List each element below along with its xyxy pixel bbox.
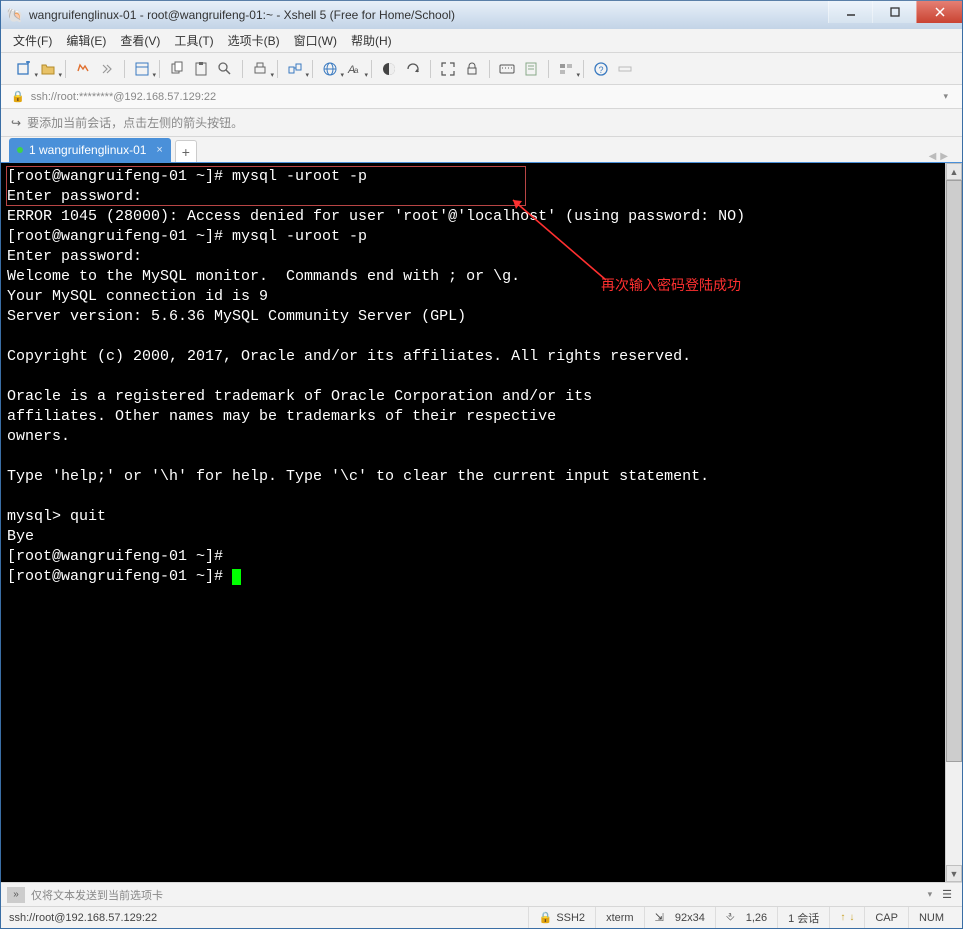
transfer-icon[interactable] [284, 57, 306, 81]
toolbar: Aa ? [1, 53, 962, 85]
reconnect-icon[interactable] [72, 57, 94, 81]
paste-icon[interactable] [190, 57, 212, 81]
toolbar-separator [159, 60, 160, 78]
status-termtype: xterm [595, 907, 644, 928]
arrow-add-icon[interactable]: ↪ [11, 116, 21, 130]
send-menu-icon[interactable]: ☰ [938, 888, 956, 901]
lock-icon: 🔒 [11, 90, 25, 103]
window-controls [828, 1, 962, 23]
menu-help[interactable]: 帮助(H) [351, 32, 392, 49]
address-text[interactable]: ssh://root:********@192.168.57.129:22 [31, 91, 940, 103]
menubar: 文件(F) 编辑(E) 查看(V) 工具(T) 选项卡(B) 窗口(W) 帮助(… [1, 29, 962, 53]
toolbar-separator [312, 60, 313, 78]
script-icon[interactable] [520, 57, 542, 81]
status-bar: ssh://root@192.168.57.129:22 🔒SSH2 xterm… [1, 906, 962, 928]
next-tab-icon[interactable]: ▶ [940, 151, 948, 162]
new-tab-button[interactable]: + [175, 140, 197, 162]
toolbar-separator [548, 60, 549, 78]
down-arrow-icon: ↓ [849, 912, 854, 923]
lock-icon[interactable] [461, 57, 483, 81]
scroll-up-button[interactable]: ▲ [946, 163, 962, 180]
app-window: 🐚 wangruifenglinux-01 - root@wangruifeng… [0, 0, 963, 929]
hint-bar: ↪ 要添加当前会话，点击左侧的箭头按钮。 [1, 109, 962, 137]
send-bar: » 仅将文本发送到当前选项卡 ▾ ☰ [1, 882, 962, 906]
menu-tabs[interactable]: 选项卡(B) [228, 32, 280, 49]
toolbar-separator [277, 60, 278, 78]
tab-bar: 1 wangruifenglinux-01 × + ◀ ▶ [1, 137, 962, 163]
composebar-toggle-icon[interactable] [614, 57, 636, 81]
status-pos: ⎀ 1,26 [715, 907, 777, 928]
toolbar-separator [124, 60, 125, 78]
copy-icon[interactable] [166, 57, 188, 81]
print-icon[interactable] [249, 57, 271, 81]
hint-text: 要添加当前会话，点击左侧的箭头按钮。 [27, 114, 243, 131]
toolbar-separator [242, 60, 243, 78]
layout-icon[interactable] [555, 57, 577, 81]
keyboard-icon[interactable] [496, 57, 518, 81]
close-button[interactable] [916, 1, 962, 23]
status-size: ⇲ 92x34 [644, 907, 715, 928]
status-sessions: 1 会话 [777, 907, 829, 928]
scrollbar-track[interactable] [946, 180, 962, 865]
toolbar-separator [583, 60, 584, 78]
send-dropdown-icon[interactable]: ▾ [928, 889, 933, 900]
fullscreen-icon[interactable] [437, 57, 459, 81]
lock-icon: 🔒 [539, 911, 553, 924]
address-bar[interactable]: 🔒 ssh://root:********@192.168.57.129:22 … [1, 85, 962, 109]
new-session-icon[interactable] [13, 57, 35, 81]
connected-indicator-icon [17, 147, 23, 153]
disconnect-icon[interactable] [96, 57, 118, 81]
maximize-button[interactable] [872, 1, 916, 23]
send-target-text[interactable]: 仅将文本发送到当前选项卡 [31, 887, 922, 903]
scroll-down-button[interactable]: ▼ [946, 865, 962, 882]
minimize-button[interactable] [828, 1, 872, 23]
tab-label: 1 wangruifenglinux-01 [29, 143, 146, 157]
svg-text:?: ? [599, 65, 604, 75]
find-icon[interactable] [214, 57, 236, 81]
help-icon[interactable]: ? [590, 57, 612, 81]
tab-close-button[interactable]: × [152, 144, 162, 156]
color-scheme-icon[interactable] [378, 57, 400, 81]
status-caps: CAP [864, 907, 908, 928]
send-button-icon[interactable]: » [7, 887, 25, 903]
toolbar-separator [489, 60, 490, 78]
globe-icon[interactable] [319, 57, 341, 81]
xshell-app-icon: 🐚 [7, 7, 23, 23]
refresh-icon[interactable] [402, 57, 424, 81]
status-num: NUM [908, 907, 954, 928]
status-ssh: 🔒SSH2 [528, 907, 595, 928]
menu-window[interactable]: 窗口(W) [294, 32, 337, 49]
menu-edit[interactable]: 编辑(E) [66, 32, 106, 49]
up-arrow-icon: ↑ [840, 912, 845, 923]
menu-view[interactable]: 查看(V) [120, 32, 160, 49]
window-title: wangruifenglinux-01 - root@wangruifeng-0… [29, 8, 828, 22]
properties-icon[interactable] [131, 57, 153, 81]
status-updown: ↑↓ [829, 907, 864, 928]
menu-tools[interactable]: 工具(T) [174, 32, 213, 49]
scrollbar-thumb[interactable] [946, 180, 962, 762]
session-tab[interactable]: 1 wangruifenglinux-01 × [9, 138, 171, 162]
scrollbar[interactable]: ▲ ▼ [945, 163, 962, 882]
address-dropdown-icon[interactable]: ▾ [939, 91, 952, 102]
toolbar-separator [430, 60, 431, 78]
terminal[interactable]: [root@wangruifeng-01 ~]# mysql -uroot -p… [1, 163, 945, 882]
cursor-icon: ⎀ [726, 911, 735, 924]
prev-tab-icon[interactable]: ◀ [929, 151, 937, 162]
status-connection: ssh://root@192.168.57.129:22 [9, 907, 528, 928]
open-session-icon[interactable] [37, 57, 59, 81]
toolbar-separator [65, 60, 66, 78]
terminal-area: [root@wangruifeng-01 ~]# mysql -uroot -p… [1, 163, 962, 882]
tab-nav: ◀ ▶ [929, 151, 954, 162]
menu-file[interactable]: 文件(F) [13, 32, 52, 49]
titlebar[interactable]: 🐚 wangruifenglinux-01 - root@wangruifeng… [1, 0, 962, 29]
font-icon[interactable]: Aa [343, 57, 365, 81]
svg-text:a: a [354, 66, 359, 75]
resize-icon: ⇲ [655, 911, 664, 924]
toolbar-separator [371, 60, 372, 78]
